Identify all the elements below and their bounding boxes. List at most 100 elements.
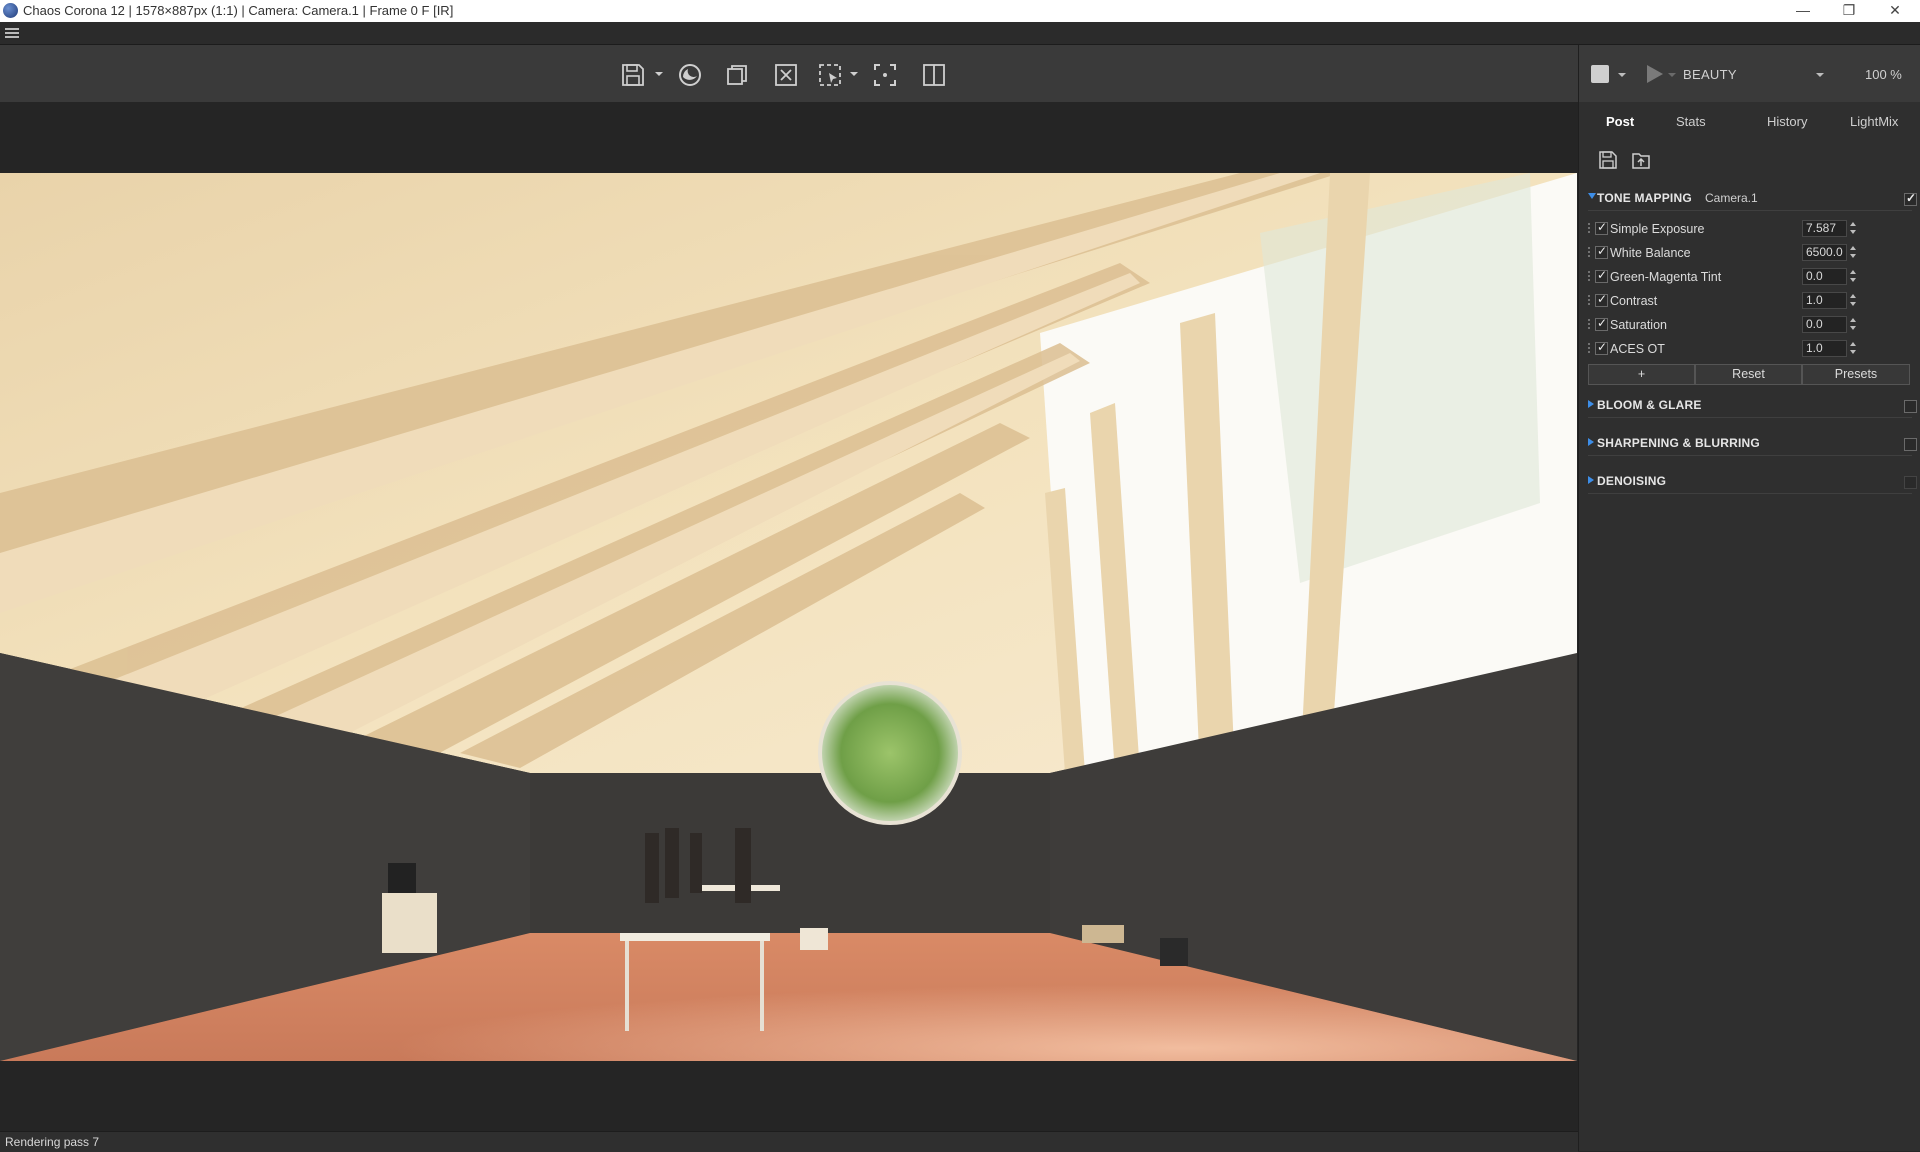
menu-bar <box>0 22 1920 45</box>
render-status-text: Rendering pass 7 <box>5 1135 100 1149</box>
collapse-triangle-icon <box>1588 193 1596 199</box>
operator-name: Simple Exposure <box>1610 222 1705 236</box>
section-title: TONE MAPPING <box>1597 191 1692 205</box>
panel-tabs: Post Stats History LightMix <box>1579 102 1920 140</box>
drag-handle-icon[interactable] <box>1587 294 1591 306</box>
stop-render-button[interactable] <box>1591 65 1609 83</box>
render-pass-select[interactable]: BEAUTY <box>1679 64 1829 84</box>
corona-app-icon <box>3 3 18 18</box>
drag-handle-icon[interactable] <box>1587 342 1591 354</box>
tone-mapping-enabled-checkbox[interactable] <box>1904 191 1917 206</box>
operator-value-input[interactable]: 1.0 <box>1802 340 1847 357</box>
sharpening-blurring-checkbox[interactable] <box>1904 438 1917 451</box>
section-title: DENOISING <box>1597 474 1667 488</box>
tab-post[interactable]: Post <box>1606 114 1634 129</box>
operator-row: ACES OT 1.0 <box>1586 339 1916 359</box>
operator-name: Green-Magenta Tint <box>1610 270 1722 284</box>
post-processing-panel: BEAUTY 100 % Post Stats History LightMix… <box>1578 45 1920 1151</box>
window-title: Chaos Corona 12 | 1578×887px (1:1) | Cam… <box>23 3 454 18</box>
operator-name: ACES OT <box>1610 342 1665 356</box>
value-spinner[interactable] <box>1850 220 1858 237</box>
reset-button[interactable]: Reset <box>1695 364 1802 385</box>
divider <box>1588 493 1912 494</box>
save-options-chevron-down-icon[interactable] <box>654 69 664 79</box>
value-spinner[interactable] <box>1850 244 1858 261</box>
tab-history[interactable]: History <box>1767 114 1807 129</box>
tone-mapping-camera[interactable]: Camera.1 <box>1705 191 1758 205</box>
value-spinner[interactable] <box>1850 316 1858 333</box>
value-spinner[interactable] <box>1850 268 1858 285</box>
render-sphere-icon[interactable] <box>675 60 705 90</box>
operator-checkbox[interactable] <box>1595 316 1608 331</box>
save-icon[interactable] <box>618 60 648 90</box>
expand-triangle-icon <box>1588 438 1594 446</box>
copy-icon[interactable] <box>722 60 752 90</box>
bloom-glare-header[interactable]: BLOOM & GLARE <box>1586 395 1917 415</box>
expand-triangle-icon <box>1588 400 1594 408</box>
expand-triangle-icon <box>1588 476 1594 484</box>
value-spinner[interactable] <box>1850 340 1858 357</box>
denoising-header[interactable]: DENOISING <box>1586 471 1917 491</box>
restore-button[interactable]: ❐ <box>1826 0 1872 22</box>
presets-button[interactable]: Presets <box>1802 364 1910 385</box>
drag-handle-icon[interactable] <box>1587 246 1591 258</box>
drag-handle-icon[interactable] <box>1587 270 1591 282</box>
divider <box>1588 455 1912 456</box>
region-options-chevron-down-icon[interactable] <box>849 69 859 79</box>
bloom-glare-checkbox[interactable] <box>1904 400 1917 413</box>
region-select-icon[interactable] <box>815 60 845 90</box>
divider <box>1588 417 1912 418</box>
tab-stats[interactable]: Stats <box>1676 114 1706 129</box>
render-options-chevron-down-icon[interactable] <box>1667 70 1677 80</box>
render-pass-value: BEAUTY <box>1683 67 1737 82</box>
status-bar: Rendering pass 7 <box>0 1131 1578 1152</box>
operator-row: Green-Magenta Tint 0.0 <box>1586 267 1916 287</box>
operator-value-input[interactable]: 0.0 <box>1802 268 1847 285</box>
section-title: BLOOM & GLARE <box>1597 398 1702 412</box>
focus-icon[interactable] <box>870 60 900 90</box>
render-viewport[interactable] <box>0 102 1578 1131</box>
vfb-toolbar <box>0 45 1578 102</box>
render-pass-chevron-down-icon <box>1816 73 1824 77</box>
operator-name: Saturation <box>1610 318 1667 332</box>
rendered-image <box>0 173 1577 1061</box>
operator-value-input[interactable]: 7.587 <box>1802 220 1847 237</box>
sharpening-blurring-header[interactable]: SHARPENING & BLURRING <box>1586 433 1917 453</box>
divider <box>1588 210 1912 211</box>
operator-row: White Balance 6500.0 <box>1586 243 1916 263</box>
clear-icon[interactable] <box>771 60 801 90</box>
operator-name: Contrast <box>1610 294 1658 308</box>
operator-row: Saturation 0.0 <box>1586 315 1916 335</box>
operator-row: Contrast 1.0 <box>1586 291 1916 311</box>
load-settings-icon[interactable] <box>1631 150 1651 170</box>
zoom-level[interactable]: 100 % <box>1865 67 1902 82</box>
title-bar: Chaos Corona 12 | 1578×887px (1:1) | Cam… <box>0 0 1920 22</box>
hamburger-menu-icon[interactable] <box>5 28 19 38</box>
operator-checkbox[interactable] <box>1595 292 1608 307</box>
stop-options-chevron-down-icon[interactable] <box>1617 70 1627 80</box>
operator-row: Simple Exposure 7.587 <box>1586 219 1916 239</box>
value-spinner[interactable] <box>1850 292 1858 309</box>
save-settings-icon[interactable] <box>1598 150 1618 170</box>
operator-checkbox[interactable] <box>1595 340 1608 355</box>
operator-checkbox[interactable] <box>1595 244 1608 259</box>
drag-handle-icon[interactable] <box>1587 318 1591 330</box>
tone-mapping-header[interactable]: TONE MAPPING Camera.1 <box>1586 188 1917 208</box>
add-operator-button[interactable]: + <box>1588 364 1695 385</box>
operator-checkbox[interactable] <box>1595 220 1608 235</box>
tone-mapping-actions: + Reset Presets <box>1588 364 1912 385</box>
denoising-checkbox[interactable] <box>1904 476 1917 489</box>
operator-value-input[interactable]: 0.0 <box>1802 316 1847 333</box>
operator-name: White Balance <box>1610 246 1691 260</box>
drag-handle-icon[interactable] <box>1587 222 1591 234</box>
operator-value-input[interactable]: 6500.0 <box>1802 244 1847 261</box>
split-compare-icon[interactable] <box>919 60 949 90</box>
operator-value-input[interactable]: 1.0 <box>1802 292 1847 309</box>
section-title: SHARPENING & BLURRING <box>1597 436 1760 450</box>
operator-checkbox[interactable] <box>1595 268 1608 283</box>
tab-lightmix[interactable]: LightMix <box>1850 114 1898 129</box>
close-button[interactable]: ✕ <box>1872 0 1918 22</box>
minimize-button[interactable]: — <box>1780 0 1826 22</box>
render-controls: BEAUTY 100 % <box>1579 45 1920 102</box>
start-render-button[interactable] <box>1647 65 1663 83</box>
